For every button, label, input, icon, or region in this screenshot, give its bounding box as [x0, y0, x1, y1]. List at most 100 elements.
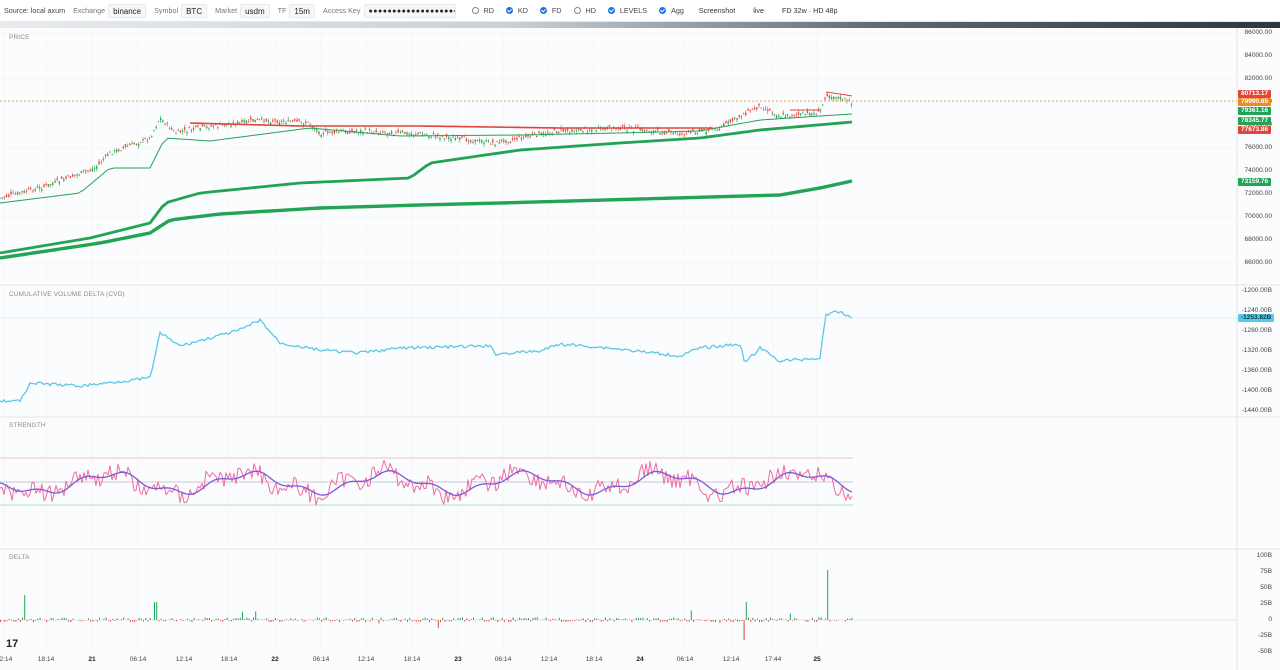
- price-candle: [665, 133, 668, 135]
- price-candle: [520, 137, 523, 140]
- delta-bar: [587, 618, 589, 620]
- delta-bar: [490, 617, 492, 620]
- price-candle: [265, 118, 267, 122]
- checkbox-icon[interactable]: [573, 7, 581, 14]
- price-candle: [164, 123, 166, 125]
- checkbox-icon[interactable]: [659, 7, 667, 14]
- price-candle: [478, 139, 481, 142]
- delta-bar: [407, 620, 408, 622]
- price-candle: [34, 188, 36, 191]
- price-candle: [76, 174, 78, 176]
- price-candle: [239, 122, 241, 123]
- delta-bar: [622, 619, 624, 620]
- axis-tick-label: 82000.00: [1244, 75, 1272, 82]
- delta-bar: [536, 617, 538, 620]
- price-candle: [241, 119, 243, 122]
- price-candle: [800, 113, 802, 115]
- delta-bar: [242, 611, 243, 620]
- price-candle: [201, 124, 204, 127]
- delta-bar: [319, 618, 320, 620]
- delta-bar: [107, 620, 109, 621]
- price-candle: [718, 128, 721, 131]
- market-input[interactable]: usdm: [240, 3, 270, 18]
- price-candle: [375, 130, 377, 133]
- delta-bar: [807, 620, 809, 622]
- chart-canvas[interactable]: [0, 28, 1280, 670]
- price-candle: [830, 97, 833, 99]
- delta-bar: [22, 617, 23, 620]
- price-candle: [459, 137, 461, 140]
- price-candle: [377, 132, 380, 134]
- price-candle: [115, 149, 118, 152]
- strength-pane-title: STRENGTH: [9, 422, 46, 429]
- checkbox-icon[interactable]: [471, 7, 479, 14]
- delta-bar: [288, 620, 290, 621]
- price-candle: [16, 192, 19, 195]
- access-key-input[interactable]: ●●●●●●●●●●●●●●●●●●●●●●●: [363, 3, 456, 18]
- price-candle: [786, 114, 789, 116]
- delta-bar: [693, 620, 694, 622]
- price-candle: [443, 138, 446, 140]
- live-button[interactable]: live: [747, 4, 770, 18]
- chart-area[interactable]: PRICE CUMULATIVE VOLUME DELTA (CVD) STRE…: [0, 28, 1280, 670]
- delta-bar: [352, 620, 353, 622]
- time-tick-label: 12:14: [357, 656, 375, 663]
- price-candle: [417, 132, 419, 134]
- delta-bar: [215, 618, 217, 620]
- delta-bar: [72, 618, 74, 620]
- delta-bar: [393, 617, 395, 620]
- delta-bar: [479, 619, 481, 620]
- price-level-tag: 80713.17: [1238, 90, 1272, 98]
- screenshot-button[interactable]: Screenshot: [693, 4, 741, 18]
- price-candle: [727, 121, 729, 124]
- delta-bar: [697, 618, 699, 620]
- delta-bar: [59, 619, 61, 620]
- time-tick-label: 06:14: [676, 656, 694, 663]
- toggle-fd[interactable]: FD: [539, 6, 562, 15]
- toggle-rd[interactable]: RD: [471, 6, 494, 15]
- price-candle: [206, 126, 208, 128]
- toggle-agg[interactable]: Agg: [659, 6, 684, 15]
- price-candle: [166, 122, 168, 124]
- delta-bar: [741, 620, 743, 622]
- delta-bar: [638, 618, 639, 620]
- price-candle: [538, 131, 540, 134]
- delta-bar: [444, 620, 446, 622]
- delta-bar: [739, 620, 741, 622]
- toggle-levels[interactable]: LEVELS: [607, 6, 647, 15]
- checkbox-icon[interactable]: [505, 7, 513, 14]
- delta-bar: [154, 602, 155, 620]
- toggle-kd[interactable]: KD: [505, 6, 528, 15]
- price-candle: [80, 171, 83, 174]
- delta-bar: [631, 620, 633, 623]
- delta-bar: [829, 620, 831, 622]
- price-candle: [771, 112, 773, 114]
- price-candle: [833, 96, 835, 99]
- toggle-hd[interactable]: HD: [573, 6, 596, 15]
- tf-input[interactable]: 15m: [289, 3, 315, 18]
- price-candle: [824, 97, 826, 100]
- delta-bar: [305, 620, 307, 621]
- delta-bar: [90, 620, 92, 622]
- price-candle: [406, 132, 408, 135]
- symbol-input[interactable]: BTC: [181, 3, 208, 18]
- delta-bar: [209, 617, 210, 620]
- checkbox-icon[interactable]: [607, 7, 615, 14]
- toggle-label: FD: [551, 6, 562, 15]
- price-candle: [45, 184, 47, 185]
- delta-bar: [611, 619, 613, 620]
- checkbox-icon[interactable]: [539, 7, 547, 14]
- delta-bar: [250, 620, 252, 622]
- price-candle: [751, 108, 754, 110]
- price-candle: [467, 141, 470, 142]
- delta-bar: [671, 618, 672, 620]
- price-candle: [815, 114, 817, 116]
- delta-bar: [235, 618, 237, 620]
- price-candle: [98, 161, 100, 164]
- tradingview-logo: 17: [6, 638, 19, 650]
- price-candle: [595, 129, 597, 132]
- axis-tick-label: 25B: [1260, 600, 1272, 607]
- price-candle: [641, 128, 644, 132]
- exchange-input[interactable]: binance: [108, 3, 147, 18]
- delta-bar: [83, 620, 85, 621]
